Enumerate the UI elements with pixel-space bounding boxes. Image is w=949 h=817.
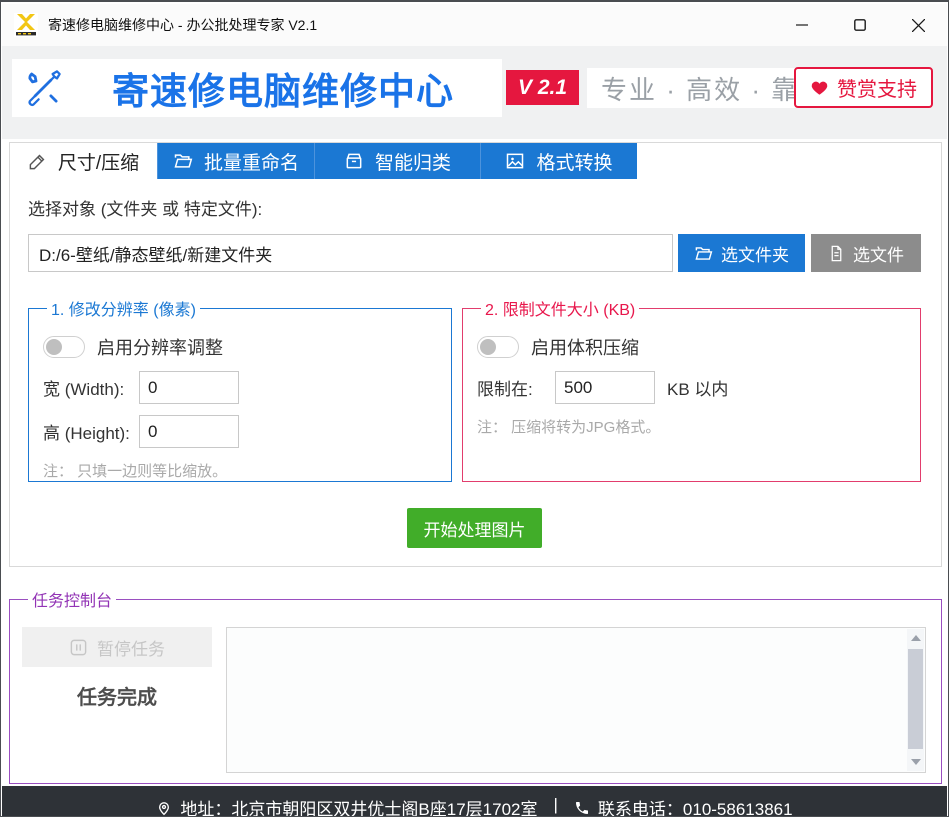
resolution-note: 注： 只填一边则等比缩放。 (43, 460, 437, 481)
maximize-button[interactable] (831, 4, 889, 46)
resolution-legend: 1. 修改分辨率 (像素) (47, 296, 200, 320)
toggle-knob (46, 339, 62, 355)
tab-size-compress[interactable]: 尺寸/压缩 (10, 143, 157, 179)
heart-icon (810, 79, 829, 97)
task-console-body: 暂停任务 任务完成 (24, 611, 927, 783)
choose-file-label: 选文件 (853, 241, 904, 266)
window-title: 寄速修电脑维修中心 - 办公批处理专家 V2.1 (48, 15, 317, 35)
scrollbar-thumb[interactable] (908, 649, 923, 749)
phone-icon (574, 800, 590, 816)
tab-label: 尺寸/压缩 (58, 148, 139, 175)
filesize-legend: 2. 限制文件大小 (KB) (481, 296, 639, 320)
scrollbar-up-arrow[interactable] (907, 629, 924, 647)
app-window: 寄速修电脑维修中心 - 办公批处理专家 V2.1 寄速修电脑维修中心 (0, 0, 949, 817)
start-row: 开始处理图片 (28, 508, 921, 548)
limit-row: 限制在: KB 以内 (477, 371, 906, 404)
limit-suffix: KB 以内 (667, 375, 728, 400)
pause-task-button[interactable]: 暂停任务 (22, 627, 212, 667)
choose-file-button[interactable]: 选文件 (811, 234, 921, 272)
footer-phone: 联系电话：010-58613861 (574, 795, 793, 816)
choose-folder-button[interactable]: 选文件夹 (678, 234, 805, 272)
tab-batch-rename[interactable]: 批量重命名 (157, 143, 314, 179)
footer-address: 地址：北京市朝阳区双井优士阁B座17层1702室 (156, 795, 537, 816)
tab-label: 智能归类 (375, 148, 451, 175)
footer-phone-text: 联系电话：010-58613861 (598, 795, 793, 816)
footer-separator: | (553, 795, 557, 815)
app-logo-icon (14, 13, 38, 37)
pencil-icon (28, 152, 47, 171)
close-button[interactable] (889, 4, 947, 46)
width-input[interactable] (139, 371, 239, 404)
donate-button[interactable]: 赞赏支持 (794, 67, 933, 108)
footer-address-text: 地址：北京市朝阳区双井优士阁B座17层1702室 (180, 795, 537, 816)
pause-icon (69, 638, 88, 657)
resolution-toggle[interactable] (43, 336, 85, 358)
width-label: 宽 (Width): (43, 375, 139, 400)
brand-strip: 寄速修电脑维修中心 (12, 59, 502, 117)
scrollbar-down-arrow[interactable] (907, 753, 924, 771)
tab-format-convert[interactable]: 格式转换 (480, 143, 637, 179)
filesize-toggle[interactable] (477, 336, 519, 358)
select-target-label: 选择对象 (文件夹 或 特定文件): (28, 195, 921, 220)
height-row: 高 (Height): (43, 415, 437, 448)
task-console-legend: 任务控制台 (28, 587, 116, 611)
log-scrollbar[interactable] (907, 629, 924, 771)
tab-bar: 尺寸/压缩 批量重命名 智能归类 格式转换 (10, 143, 941, 179)
resolution-fieldset: 1. 修改分辨率 (像素) 启用分辨率调整 宽 (Width): 高 (Heig… (28, 296, 452, 482)
settings-row: 1. 修改分辨率 (像素) 启用分辨率调整 宽 (Width): 高 (Heig… (28, 296, 921, 482)
window-controls (773, 4, 947, 46)
filesize-note: 注： 压缩将转为JPG格式。 (477, 416, 906, 437)
height-input[interactable] (139, 415, 239, 448)
tab-smart-sort[interactable]: 智能归类 (314, 143, 480, 179)
footer-bar: 地址：北京市朝阳区双井优士阁B座17层1702室 | 联系电话：010-5861… (2, 786, 947, 816)
limit-label: 限制在: (477, 375, 555, 400)
pause-task-label: 暂停任务 (97, 635, 165, 660)
resolution-toggle-row: 启用分辨率调整 (43, 334, 437, 360)
height-label: 高 (Height): (43, 419, 139, 444)
folder-open-icon (173, 151, 193, 171)
filesize-toggle-row: 启用体积压缩 (477, 334, 906, 360)
task-status-text: 任务完成 (22, 681, 212, 710)
brand-title: 寄速修电脑维修中心 (64, 61, 502, 115)
toggle-knob (480, 339, 496, 355)
filesize-fieldset: 2. 限制文件大小 (KB) 启用体积压缩 限制在: KB 以内 注： 压缩将转… (462, 296, 921, 482)
app-header: 寄速修电脑维修中心 V 2.1 专业 · 高效 · 靠谱 赞赏支持 (2, 46, 947, 139)
document-icon (828, 245, 845, 262)
donate-label: 赞赏支持 (837, 73, 917, 102)
path-input[interactable] (28, 234, 673, 272)
minimize-button[interactable] (773, 4, 831, 46)
start-processing-button[interactable]: 开始处理图片 (407, 508, 542, 548)
limit-input[interactable] (555, 371, 655, 404)
panel-content: 选择对象 (文件夹 或 特定文件): 选文件夹 选文件 1. 修改分辨率 (像素… (10, 179, 941, 548)
filesize-toggle-label: 启用体积压缩 (531, 334, 639, 360)
folder-open-icon (694, 244, 713, 263)
tab-label: 格式转换 (536, 148, 612, 175)
choose-folder-label: 选文件夹 (721, 241, 789, 266)
main-panel: 尺寸/压缩 批量重命名 智能归类 格式转换 选择对象 (文件夹 或 特定文件): (9, 142, 942, 567)
width-row: 宽 (Width): (43, 371, 437, 404)
archive-box-icon (344, 151, 364, 171)
location-pin-icon (156, 800, 172, 816)
version-badge: V 2.1 (506, 70, 579, 105)
tab-label: 批量重命名 (204, 148, 299, 175)
image-icon (505, 151, 525, 171)
task-log-area (226, 627, 926, 773)
repair-tools-icon (22, 67, 64, 109)
resolution-toggle-label: 启用分辨率调整 (97, 334, 223, 360)
task-console-fieldset: 任务控制台 暂停任务 任务完成 (9, 587, 942, 784)
path-row: 选文件夹 选文件 (28, 234, 921, 272)
title-bar: 寄速修电脑维修中心 - 办公批处理专家 V2.1 (2, 4, 947, 46)
